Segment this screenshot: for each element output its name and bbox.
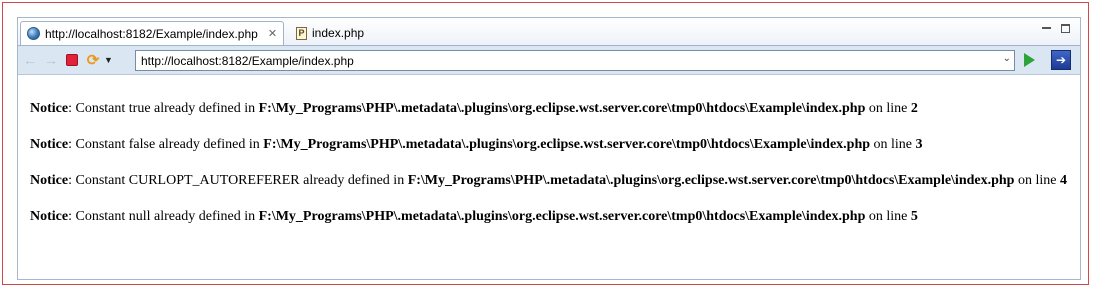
external-browser-icon[interactable]: ➔ xyxy=(1051,50,1071,70)
tab-index-php[interactable]: P index.php xyxy=(290,21,410,45)
outer-frame: http://localhost:8182/Example/index.php … xyxy=(2,2,1089,285)
notice-path: F:\My_Programs\PHP\.metadata\.plugins\or… xyxy=(407,173,1015,188)
chevron-down-icon[interactable]: ⌄ xyxy=(1003,53,1011,64)
notice-line-number: 2 xyxy=(910,101,918,116)
notice-text: : Constant false already defined in xyxy=(68,137,264,152)
notice-label: Notice xyxy=(30,209,69,224)
notice-line-number: 4 xyxy=(1059,173,1067,188)
go-icon[interactable] xyxy=(1024,53,1035,67)
tab-index-php-label: index.php xyxy=(312,26,365,40)
back-arrow-icon[interactable]: ← xyxy=(21,51,39,69)
notice-message: Notice: Constant CURLOPT_AUTOREFERER alr… xyxy=(30,172,1072,190)
stop-button[interactable] xyxy=(63,51,81,69)
notice-text: : Constant CURLOPT_AUTOREFERER already d… xyxy=(68,173,408,188)
window-controls xyxy=(1042,24,1070,34)
notice-path: F:\My_Programs\PHP\.metadata\.plugins\or… xyxy=(263,137,871,152)
notice-label: Notice xyxy=(30,101,69,116)
notice-message: Notice: Constant null already defined in… xyxy=(30,208,1072,226)
notice-label: Notice xyxy=(30,137,69,152)
php-file-icon: P xyxy=(296,26,307,40)
notice-message: Notice: Constant true already defined in… xyxy=(30,100,1072,118)
notice-line-text: on line xyxy=(870,137,916,152)
browser-toolbar: ← → ⟳ ▼ http://localhost:8182/Example/in… xyxy=(18,45,1080,75)
notice-line-text: on line xyxy=(865,101,911,116)
url-input[interactable]: http://localhost:8182/Example/index.php … xyxy=(135,50,1015,71)
refresh-dropdown-icon[interactable]: ▼ xyxy=(104,55,113,65)
tab-browser[interactable]: http://localhost:8182/Example/index.php … xyxy=(20,21,284,45)
notice-message: Notice: Constant false already defined i… xyxy=(30,136,1072,154)
notice-text: : Constant null already defined in xyxy=(68,209,259,224)
notice-text: : Constant true already defined in xyxy=(68,101,259,116)
browser-editor: http://localhost:8182/Example/index.php … xyxy=(17,17,1081,280)
notice-line-text: on line xyxy=(865,209,911,224)
tab-bar: http://localhost:8182/Example/index.php … xyxy=(18,18,1080,45)
notice-path: F:\My_Programs\PHP\.metadata\.plugins\or… xyxy=(258,101,866,116)
refresh-icon[interactable]: ⟳ xyxy=(84,51,102,69)
notice-line-number: 5 xyxy=(910,209,918,224)
url-text: http://localhost:8182/Example/index.php xyxy=(141,53,354,68)
notice-line-number: 3 xyxy=(915,137,923,152)
tab-browser-label: http://localhost:8182/Example/index.php xyxy=(45,26,258,41)
page-content: Notice: Constant true already defined in… xyxy=(30,100,1072,244)
close-icon[interactable]: ✕ xyxy=(268,27,277,40)
minimize-icon[interactable] xyxy=(1042,27,1051,34)
stop-icon xyxy=(66,54,78,66)
forward-arrow-icon[interactable]: → xyxy=(42,51,60,69)
notice-line-text: on line xyxy=(1014,173,1060,188)
notice-path: F:\My_Programs\PHP\.metadata\.plugins\or… xyxy=(258,209,866,224)
globe-icon xyxy=(27,27,40,40)
maximize-icon[interactable] xyxy=(1061,24,1070,33)
notice-label: Notice xyxy=(30,173,69,188)
